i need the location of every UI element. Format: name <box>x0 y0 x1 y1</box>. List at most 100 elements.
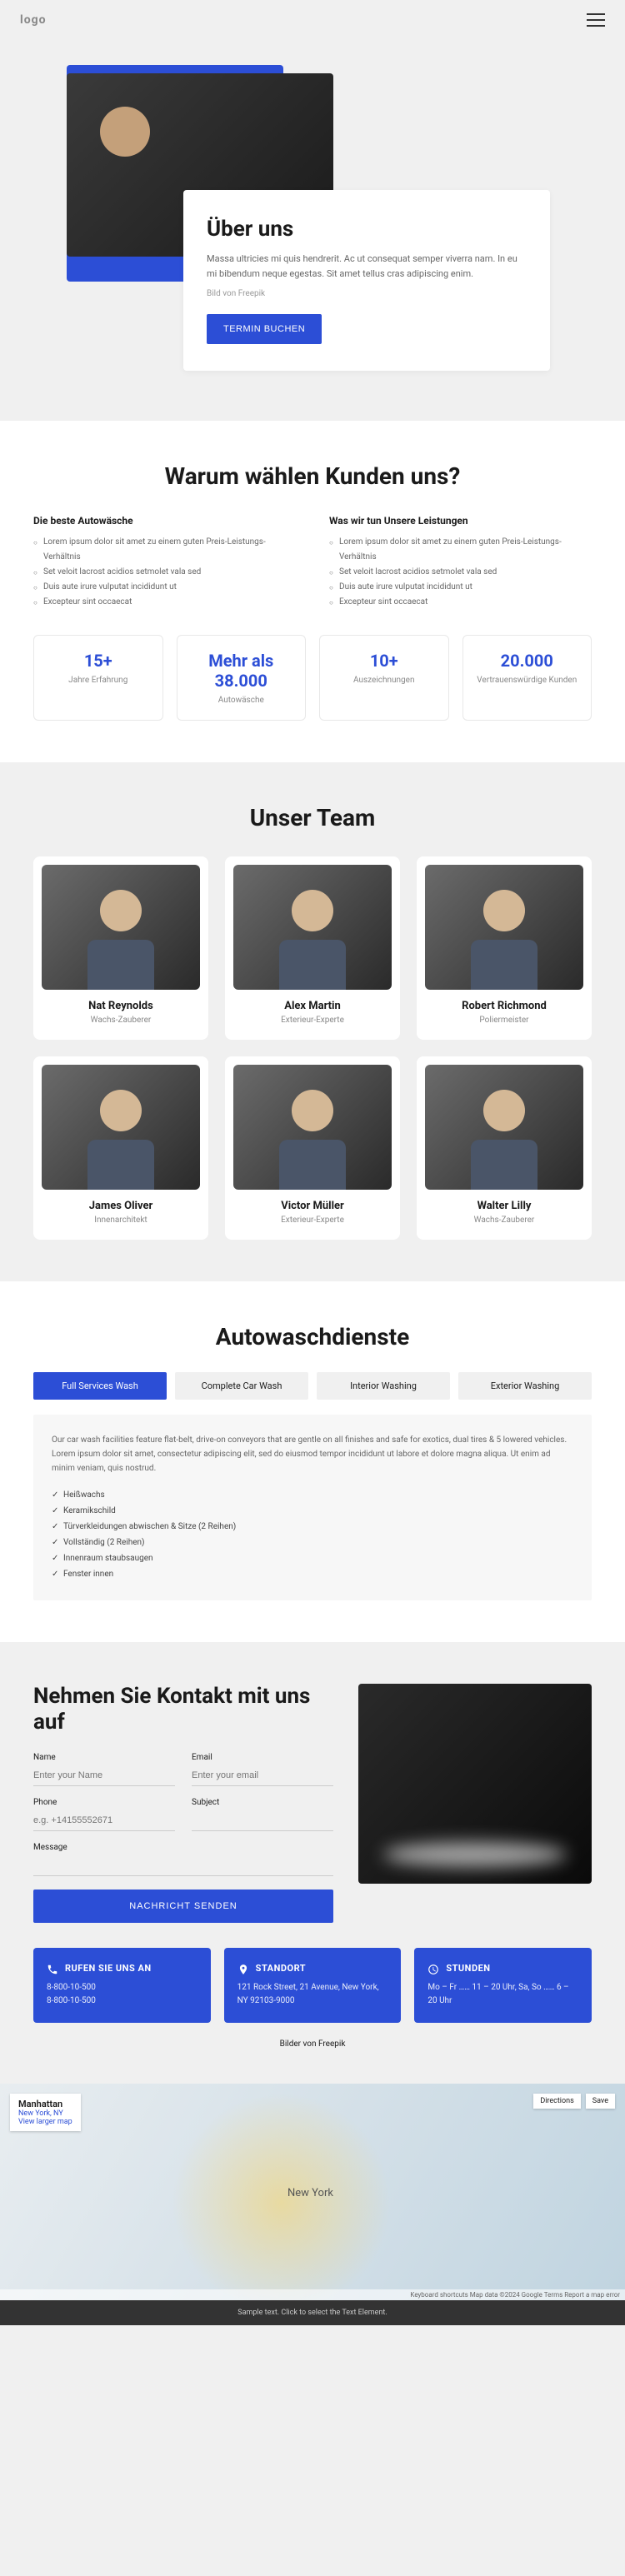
stat-value: 20.000 <box>475 651 580 671</box>
message-input[interactable] <box>33 1855 333 1876</box>
subject-input[interactable] <box>192 1810 333 1831</box>
why-col1-list: Lorem ipsum dolor sit amet zu einem gute… <box>33 535 296 610</box>
message-label: Message <box>33 1843 333 1852</box>
team-member-photo <box>233 1065 392 1190</box>
list-item: Lorem ipsum dolor sit amet zu einem gute… <box>329 535 592 565</box>
why-title: Warum wählen Kunden uns? <box>33 462 592 490</box>
stat-label: Jahre Erfahrung <box>46 676 151 685</box>
email-label: Email <box>192 1753 333 1762</box>
team-member-photo <box>425 1065 583 1190</box>
team-card: James OliverInnenarchitekt <box>33 1056 208 1240</box>
map-city-label: New York <box>288 2187 333 2199</box>
services-section: Autowaschdienste Full Services Wash Compl… <box>0 1281 625 1642</box>
stat-value: 10+ <box>332 651 437 671</box>
logo[interactable]: logo <box>20 13 47 27</box>
stats-row: 15+ Jahre Erfahrung Mehr als 38.000 Autowäs… <box>33 635 592 721</box>
map-place-sub: New York, NY <box>18 2109 72 2118</box>
map-buttons: Directions Save <box>533 2094 615 2109</box>
list-item: Set veloit lacrost acidios setmolet vala… <box>329 565 592 580</box>
name-input[interactable] <box>33 1765 175 1786</box>
map-button-save[interactable]: Save <box>586 2094 615 2109</box>
services-content: Our car wash facilities feature flat-bel… <box>33 1415 592 1600</box>
why-choose-section: Warum wählen Kunden uns? Die beste Autow… <box>0 421 625 762</box>
info-card-title: STANDORT <box>256 1963 306 1974</box>
stat-label: Auszeichnungen <box>332 676 437 685</box>
team-card: Walter LillyWachs-Zauberer <box>417 1056 592 1240</box>
team-member-photo <box>425 865 583 990</box>
list-item: Keramikschild <box>52 1503 573 1519</box>
tab-full-services-wash[interactable]: Full Services Wash <box>33 1372 167 1400</box>
info-card-line: 8-800-10-500 <box>47 1994 198 2008</box>
tab-interior-washing[interactable]: Interior Washing <box>317 1372 450 1400</box>
name-label: Name <box>33 1753 175 1762</box>
sample-text-footer[interactable]: Sample text. Click to select the Text El… <box>0 2300 625 2325</box>
stat-card: 15+ Jahre Erfahrung <box>33 635 163 721</box>
list-item: Heißwachs <box>52 1487 573 1503</box>
info-cards: RUFEN SIE UNS AN8-800-10-5008-800-10-500… <box>33 1948 592 2023</box>
hero-card: Über uns Massa ultricies mi quis hendrer… <box>183 190 550 371</box>
list-item: Excepteur sint occaecat <box>33 595 296 610</box>
email-input[interactable] <box>192 1765 333 1786</box>
team-card: Robert RichmondPoliermeister <box>417 856 592 1040</box>
contact-form: Nehmen Sie Kontakt mit uns auf Name Emai… <box>33 1684 333 1922</box>
stat-value: 15+ <box>46 651 151 671</box>
phone-label: Phone <box>33 1798 175 1807</box>
list-item: Duis aute irure vulputat incididunt ut <box>329 580 592 595</box>
list-item: Innenraum staubsaugen <box>52 1550 573 1566</box>
team-member-photo <box>233 865 392 990</box>
why-col-2: Was wir tun Unsere Leistungen Lorem ipsu… <box>329 515 592 610</box>
tab-exterior-washing[interactable]: Exterior Washing <box>458 1372 592 1400</box>
tab-complete-car-wash[interactable]: Complete Car Wash <box>175 1372 308 1400</box>
image-credit: Bilder von Freepik <box>33 2039 592 2049</box>
phone-input[interactable] <box>33 1810 175 1831</box>
services-tabs: Full Services Wash Complete Car Wash Inter… <box>33 1372 592 1400</box>
map-button-directions[interactable]: Directions <box>533 2094 580 2109</box>
why-col2-list: Lorem ipsum dolor sit amet zu einem gute… <box>329 535 592 610</box>
contact-image <box>358 1684 592 1884</box>
send-message-button[interactable]: NACHRICHT SENDEN <box>33 1890 333 1923</box>
team-member-name: Nat Reynolds <box>42 1000 200 1012</box>
list-item: Set veloit lacrost acidios setmolet vala… <box>33 565 296 580</box>
map-place: Manhattan <box>18 2099 62 2109</box>
team-card: Nat ReynoldsWachs-Zauberer <box>33 856 208 1040</box>
team-member-name: James Oliver <box>42 1200 200 1212</box>
pin-icon <box>238 1963 249 1974</box>
team-member-name: Walter Lilly <box>425 1200 583 1212</box>
team-card: Alex Martin Exterieur-Experte <box>225 856 400 1040</box>
map[interactable]: Manhattan New York, NY View larger map D… <box>0 2084 625 2300</box>
info-card-line: 20 Uhr <box>428 1994 578 2008</box>
contact-section: Nehmen Sie Kontakt mit uns auf Name Emai… <box>0 1642 625 2083</box>
services-features: HeißwachsKeramikschildTürverkleidungen a… <box>52 1487 573 1582</box>
stat-value: Mehr als 38.000 <box>189 651 294 691</box>
hero-credit: Bild von Freepik <box>207 287 527 301</box>
stat-label: Autowäsche <box>189 696 294 705</box>
list-item: Lorem ipsum dolor sit amet zu einem gute… <box>33 535 296 565</box>
why-col1-heading: Die beste Autowäsche <box>33 515 296 527</box>
services-title: Autowaschdienste <box>33 1323 592 1350</box>
info-card-title: STUNDEN <box>446 1963 490 1974</box>
map-attribution: Keyboard shortcuts Map data ©2024 Google… <box>0 2289 625 2300</box>
map-view-larger[interactable]: View larger map <box>18 2118 72 2126</box>
hero-description: Massa ultricies mi quis hendrerit. Ac ut… <box>207 252 527 281</box>
team-member-photo <box>42 865 200 990</box>
map-place-card[interactable]: Manhattan New York, NY View larger map <box>10 2094 81 2131</box>
team-member-name: Victor Müller <box>233 1200 392 1212</box>
team-member-role: Exterieur-Experte <box>233 1016 392 1025</box>
list-item: Türverkleidungen abwischen & Sitze (2 Re… <box>52 1519 573 1535</box>
team-member-role: Poliermeister <box>425 1016 583 1025</box>
list-item: Duis aute irure vulputat incididunt ut <box>33 580 296 595</box>
hero-section: Über uns Massa ultricies mi quis hendrer… <box>0 40 625 421</box>
subject-label: Subject <box>192 1798 333 1807</box>
menu-icon[interactable] <box>587 13 605 27</box>
stat-card: 10+ Auszeichnungen <box>319 635 449 721</box>
list-item: Vollständig (2 Reihen) <box>52 1535 573 1550</box>
services-description: Our car wash facilities feature flat-bel… <box>52 1433 573 1475</box>
list-item: Excepteur sint occaecat <box>329 595 592 610</box>
team-card: Victor MüllerExterieur-Experte <box>225 1056 400 1240</box>
team-title: Unser Team <box>33 804 592 831</box>
why-col2-heading: Was wir tun Unsere Leistungen <box>329 515 592 527</box>
stat-label: Vertrauenswürdige Kunden <box>475 676 580 685</box>
book-appointment-button[interactable]: TERMIN BUCHEN <box>207 314 322 344</box>
team-member-name: Alex Martin <box>233 1000 392 1012</box>
team-section: Unser Team Nat ReynoldsWachs-ZaubererAle… <box>0 762 625 1281</box>
